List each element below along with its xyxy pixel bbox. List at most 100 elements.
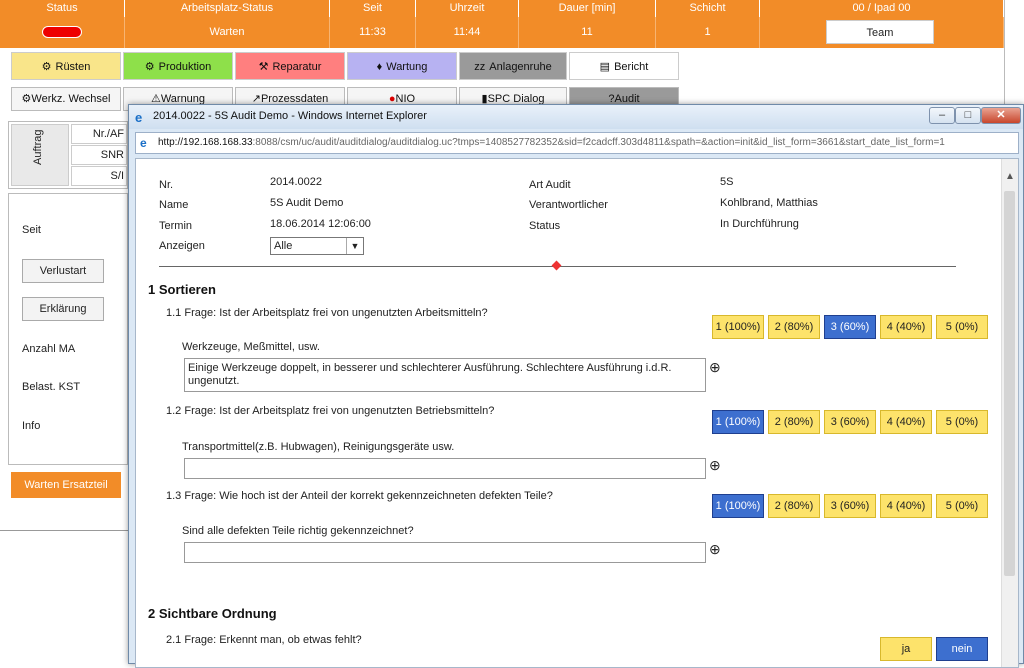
auftrag-panel: Auftrag Nr./AF SNR S/I: [8, 121, 128, 189]
werkz-wechsel-button[interactable]: ⚙Werkz. Wechsel: [11, 87, 121, 111]
rating-5-button[interactable]: 5 (0%): [936, 410, 988, 434]
seit-value: 11:33: [330, 17, 416, 48]
minimize-button[interactable]: –: [929, 107, 955, 124]
reparatur-button[interactable]: ⚒ Reparatur: [235, 52, 345, 80]
dauer-value: 11: [519, 17, 656, 48]
wartung-button[interactable]: ♦ Wartung: [347, 52, 457, 80]
verantwortlicher-value: Kohlbrand, Matthias: [720, 197, 818, 209]
add-circle-icon[interactable]: ⊕: [709, 541, 721, 558]
info-label: Info: [22, 420, 41, 432]
name-value: 5S Audit Demo: [270, 197, 344, 209]
status-cell: [0, 17, 125, 48]
rating-4-button[interactable]: 4 (40%): [880, 494, 932, 518]
window-titlebar: e 2014.0022 - 5S Audit Demo - Windows In…: [129, 105, 1023, 129]
url-path: :8088/csm/uc/audit/auditdialog/auditdial…: [252, 137, 945, 148]
comment-textarea[interactable]: Einige Werkzeuge doppelt, in besserer un…: [184, 358, 706, 392]
rating-3-button[interactable]: 3 (60%): [824, 410, 876, 434]
ja-button[interactable]: ja: [880, 637, 932, 661]
status-indicator-icon: [42, 26, 82, 39]
vertical-scrollbar[interactable]: ▲: [1001, 159, 1018, 667]
rating-2-button[interactable]: 2 (80%): [768, 494, 820, 518]
si-label: S/I: [71, 166, 127, 186]
termin-value: 18.06.2014 12:06:00: [270, 218, 371, 230]
anlagenruhe-button[interactable]: zz Anlagenruhe: [459, 52, 567, 80]
belast-kst-label: Belast. KST: [22, 381, 81, 393]
ruesten-button[interactable]: ⚙ Rüsten: [11, 52, 121, 80]
ie-icon: e: [135, 110, 143, 125]
verlustart-button[interactable]: Verlustart: [22, 259, 104, 283]
scroll-up-icon[interactable]: ▲: [1005, 171, 1015, 182]
auftrag-label-cell: Auftrag: [11, 124, 69, 186]
question-hint: Werkzeuge, Meßmittel, usw.: [182, 341, 320, 353]
reparatur-label: Reparatur: [272, 61, 322, 73]
ruesten-label: Rüsten: [55, 61, 91, 73]
anzeigen-label: Anzeigen: [159, 240, 205, 252]
rating-3-button[interactable]: 3 (60%): [824, 494, 876, 518]
warten-ersatzteil-button[interactable]: Warten Ersatzteil: [11, 472, 121, 498]
produktion-button[interactable]: ⚙ Produktion: [123, 52, 233, 80]
rating-5-button[interactable]: 5 (0%): [936, 315, 988, 339]
header-status: Status: [0, 0, 125, 17]
werkz-wechsel-label: Werkz. Wechsel: [31, 93, 111, 105]
nein-button[interactable]: nein: [936, 637, 988, 661]
nr-af-label: Nr./AF: [71, 124, 127, 144]
rating-1-button[interactable]: 1 (100%): [712, 410, 764, 434]
maximize-button[interactable]: □: [955, 107, 981, 124]
rating-5-button[interactable]: 5 (0%): [936, 494, 988, 518]
auftrag-label: Auftrag: [32, 129, 44, 165]
anzeigen-value: Alle: [274, 240, 293, 252]
address-bar[interactable]: e http://192.168.168.33:8088/csm/uc/audi…: [135, 132, 1019, 154]
close-button[interactable]: ✕: [981, 107, 1021, 124]
splitter-handle-icon[interactable]: [551, 260, 562, 271]
header-seit: Seit: [330, 0, 416, 17]
ruesten-icon: ⚙: [41, 61, 52, 73]
erklaerung-button[interactable]: Erklärung: [22, 297, 104, 321]
status-value: In Durchführung: [720, 218, 799, 230]
header-uhrzeit: Uhrzeit: [416, 0, 519, 17]
question-text: 1.3 Frage: Wie hoch ist der Anteil der k…: [166, 490, 553, 502]
tool-change-icon: ⚙: [21, 93, 32, 105]
comment-input[interactable]: [184, 542, 706, 563]
bericht-button[interactable]: ▤ Bericht: [569, 52, 679, 80]
question-hint: Sind alle defekten Teile richtig gekennz…: [182, 525, 414, 537]
bericht-label: Bericht: [614, 61, 649, 73]
schicht-value: 1: [656, 17, 760, 48]
art-audit-value: 5S: [720, 176, 734, 188]
name-label: Name: [159, 199, 189, 211]
rating-1-button[interactable]: 1 (100%): [712, 315, 764, 339]
rating-2-button[interactable]: 2 (80%): [768, 410, 820, 434]
header-dauer: Dauer [min]: [519, 0, 656, 17]
section-title: 1 Sortieren: [148, 282, 216, 297]
uhrzeit-value: 11:44: [416, 17, 519, 48]
status-label: Status: [529, 220, 561, 232]
audit-dialog-window: e 2014.0022 - 5S Audit Demo - Windows In…: [128, 104, 1024, 668]
window-title: 2014.0022 - 5S Audit Demo - Windows Inte…: [153, 110, 427, 122]
rating-3-button[interactable]: 3 (60%): [824, 315, 876, 339]
nr-label: Nr.: [159, 179, 174, 191]
produktion-label: Produktion: [158, 61, 212, 73]
verantwortlicher-label: Verantwortlicher: [529, 199, 608, 211]
question-text: 1.1 Frage: Ist der Arbeitsplatz frei von…: [166, 307, 488, 319]
wartung-label: Wartung: [386, 61, 428, 73]
rating-4-button[interactable]: 4 (40%): [880, 410, 932, 434]
comment-input[interactable]: [184, 458, 706, 479]
header-ipad: 00 / Ipad 00: [760, 0, 1004, 17]
rating-2-button[interactable]: 2 (80%): [768, 315, 820, 339]
termin-label: Termin: [159, 220, 193, 232]
scrollbar-thumb[interactable]: [1004, 191, 1015, 576]
question-hint: Transportmittel(z.B. Hubwagen), Reinigun…: [182, 441, 455, 453]
chevron-down-icon[interactable]: ▼: [346, 238, 363, 254]
rating-4-button[interactable]: 4 (40%): [880, 315, 932, 339]
add-circle-icon[interactable]: ⊕: [709, 359, 721, 376]
tools-icon: ⚒: [258, 61, 269, 73]
page-icon: e: [140, 136, 147, 150]
rating-1-button[interactable]: 1 (100%): [712, 494, 764, 518]
page-content: ▲ Nr. 2014.0022 Name 5S Audit Demo Termi…: [135, 158, 1019, 668]
team-button[interactable]: Team: [826, 20, 934, 44]
add-circle-icon[interactable]: ⊕: [709, 457, 721, 474]
anlagenruhe-label: Anlagenruhe: [489, 61, 552, 73]
header-arbeitsplatz-status: Arbeitsplatz-Status: [125, 0, 330, 17]
nr-value: 2014.0022: [270, 176, 322, 188]
anzeigen-select[interactable]: Alle ▼: [270, 237, 364, 255]
arbeitsplatz-status-value: Warten: [125, 17, 330, 48]
